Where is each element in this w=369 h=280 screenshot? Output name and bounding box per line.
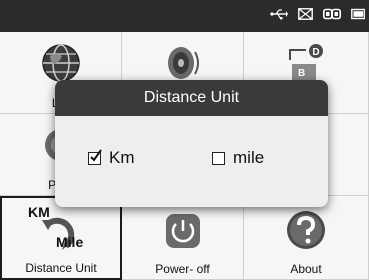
option-km-label: Km bbox=[109, 148, 135, 167]
dialog-title: Distance Unit bbox=[55, 80, 328, 116]
tile-label-power-off: Power- off bbox=[155, 262, 210, 276]
screen: Lar D B bbox=[0, 0, 369, 280]
distance-icon-km-text: KM bbox=[28, 204, 50, 220]
tile-distance-unit[interactable]: KM Mile Distance Unit bbox=[0, 196, 122, 280]
dialog-body: Km mile bbox=[55, 116, 328, 207]
option-km[interactable]: Km bbox=[88, 148, 135, 168]
tile-label-about: About bbox=[290, 262, 322, 276]
status-bar bbox=[0, 0, 369, 32]
distance-unit-icon: KM Mile bbox=[26, 204, 96, 258]
power-icon bbox=[162, 210, 204, 257]
tile-about[interactable]: About bbox=[244, 196, 369, 280]
link-icon bbox=[323, 7, 341, 25]
tile-label-distance-unit: Distance Unit bbox=[25, 261, 97, 275]
tile-power-off[interactable]: Power- off bbox=[122, 196, 244, 280]
svg-text:B: B bbox=[298, 68, 305, 79]
option-mile[interactable]: mile bbox=[212, 148, 264, 168]
svg-text:D: D bbox=[312, 47, 319, 58]
mile-checkbox[interactable] bbox=[212, 151, 225, 165]
mail-icon bbox=[298, 7, 313, 25]
option-mile-label: mile bbox=[233, 148, 265, 167]
battery-icon bbox=[351, 7, 366, 25]
checkmark-icon bbox=[88, 148, 104, 169]
question-icon bbox=[284, 208, 328, 257]
km-checkbox[interactable] bbox=[88, 148, 102, 165]
distance-unit-dialog: Distance Unit Km mile bbox=[55, 80, 328, 207]
usb-icon bbox=[270, 7, 288, 25]
distance-icon-mile-text: Mile bbox=[56, 234, 84, 250]
